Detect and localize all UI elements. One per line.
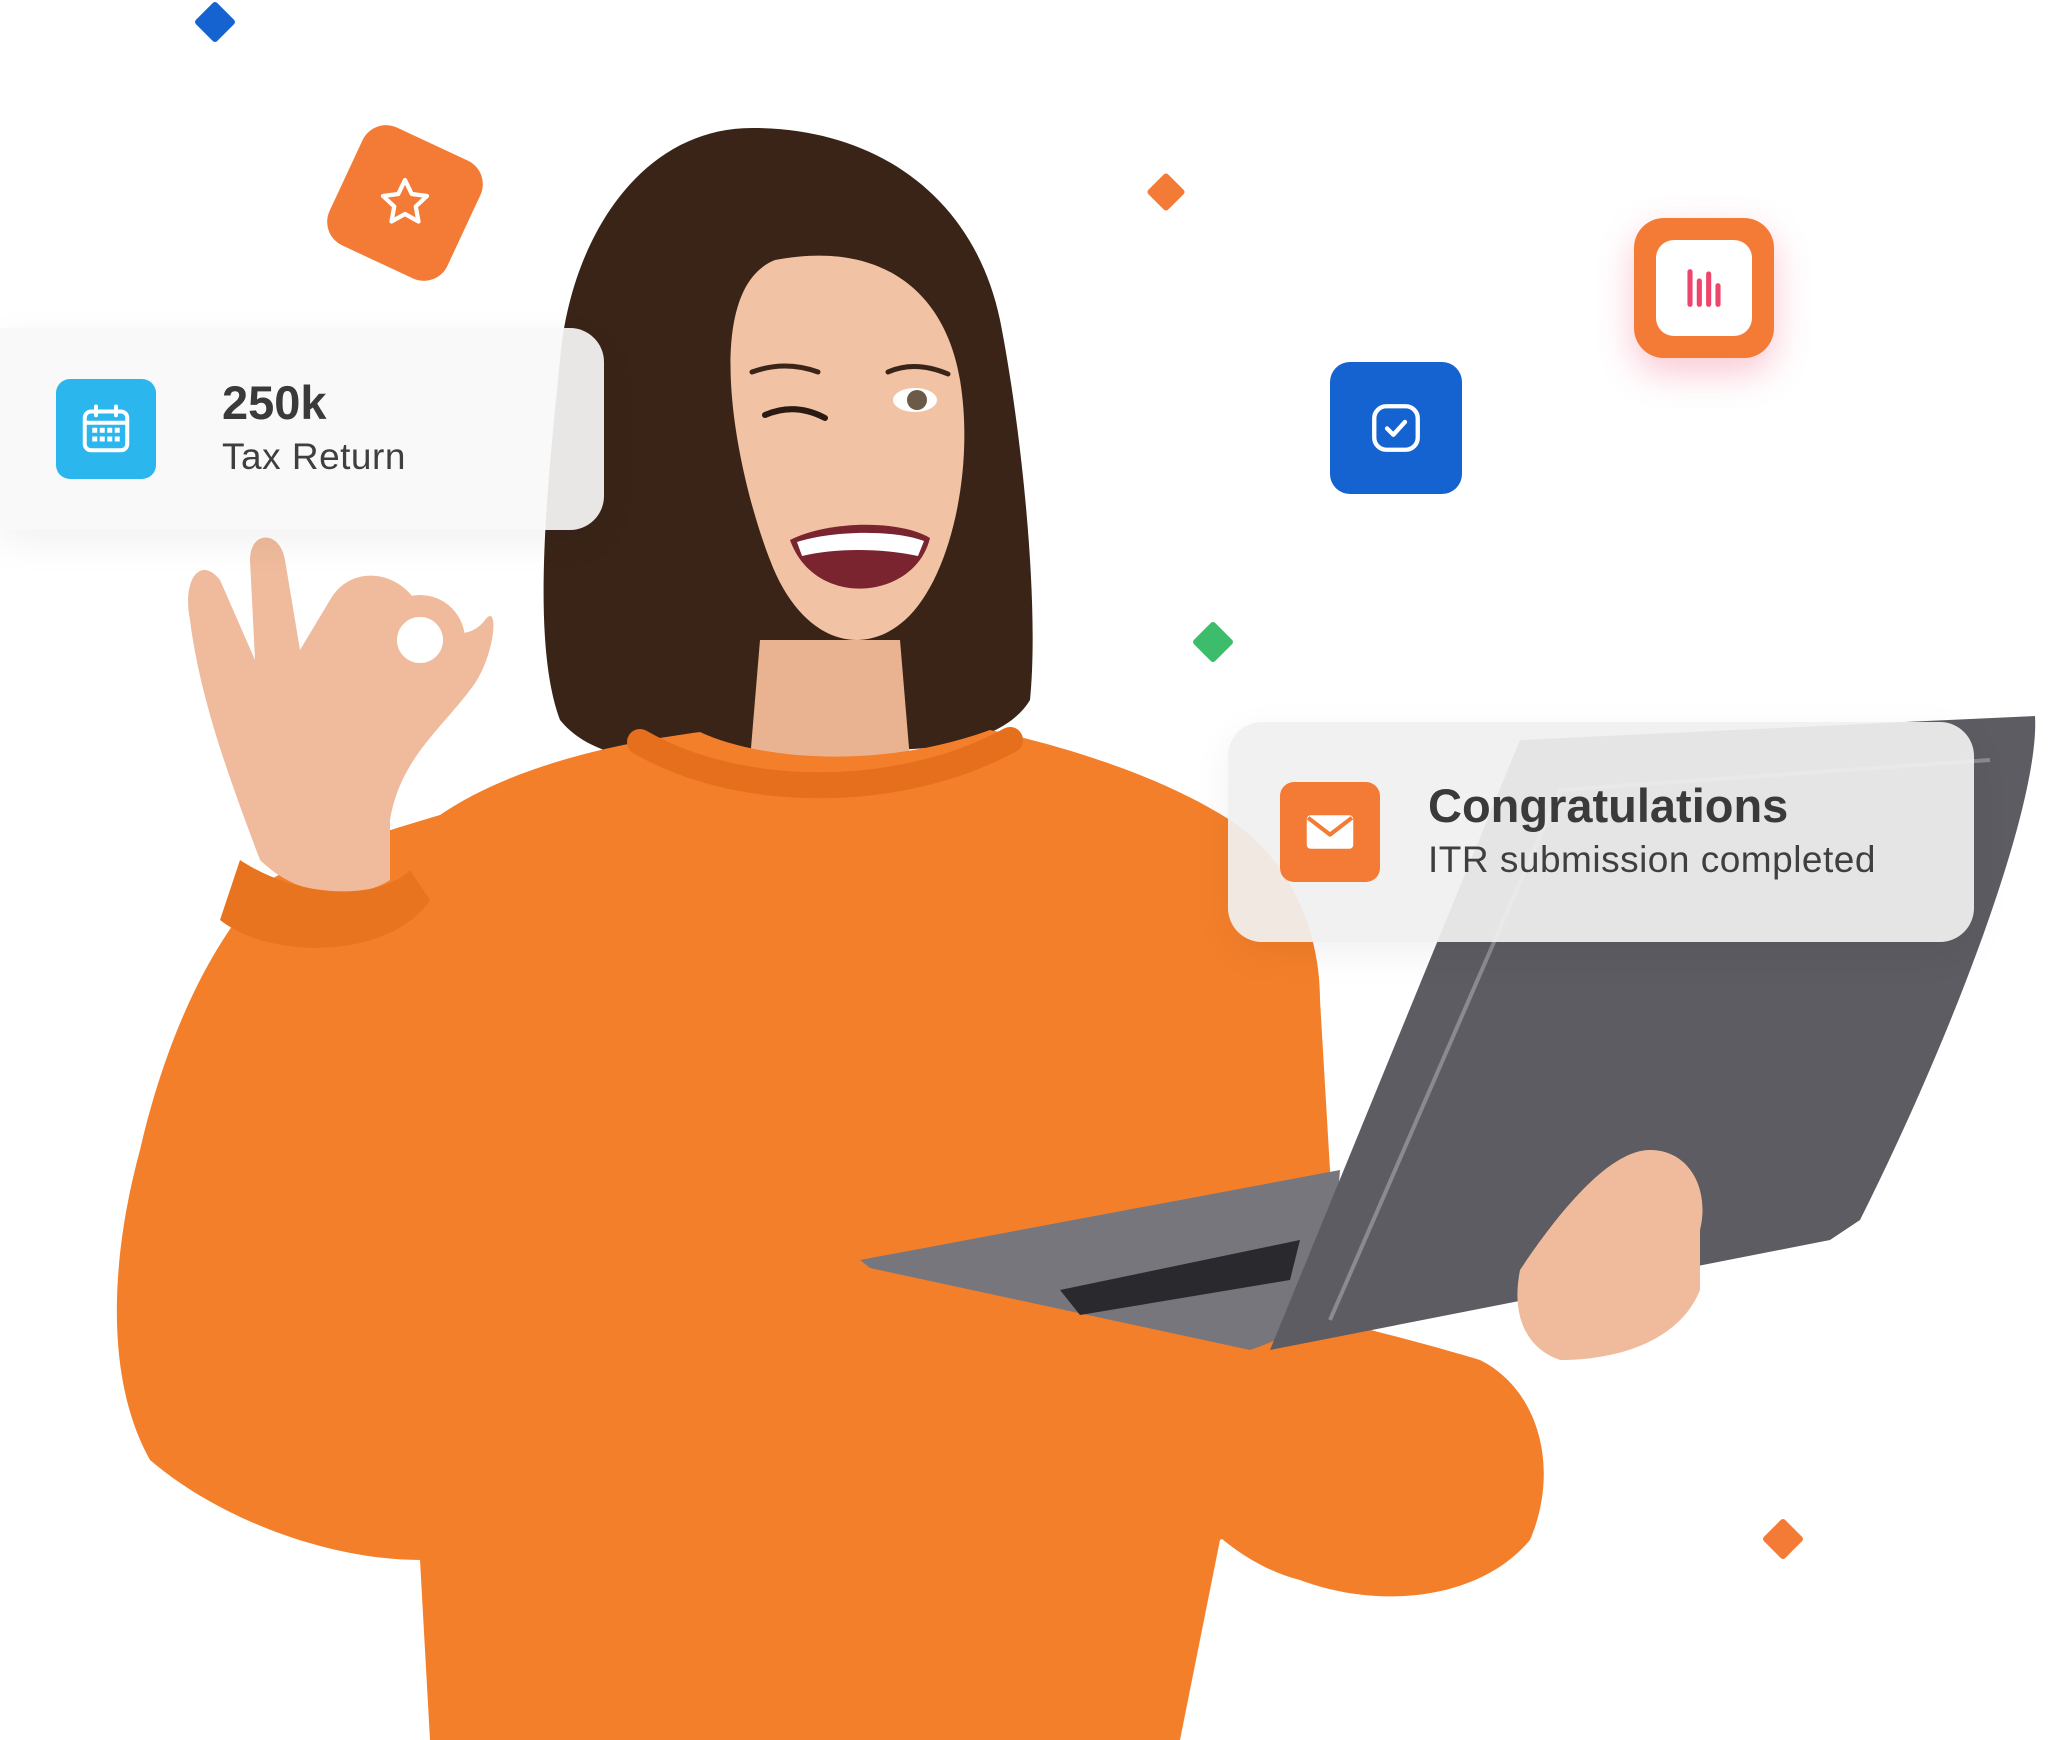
notification-title: Congratulations bbox=[1428, 778, 1789, 832]
calendar-tile bbox=[56, 379, 156, 479]
mail-tile bbox=[1280, 782, 1380, 882]
notification-message: ITR submission completed bbox=[1428, 839, 1876, 881]
itr-notification-card: Congratulations ITR submission completed bbox=[1228, 722, 1974, 942]
tax-return-stat-card: 250k Tax Return bbox=[0, 328, 604, 530]
stat-label: Tax Return bbox=[222, 436, 406, 478]
neck bbox=[750, 640, 910, 760]
calendar-icon bbox=[82, 404, 130, 453]
mail-icon bbox=[1306, 815, 1354, 849]
stat-value: 250k bbox=[222, 375, 327, 429]
